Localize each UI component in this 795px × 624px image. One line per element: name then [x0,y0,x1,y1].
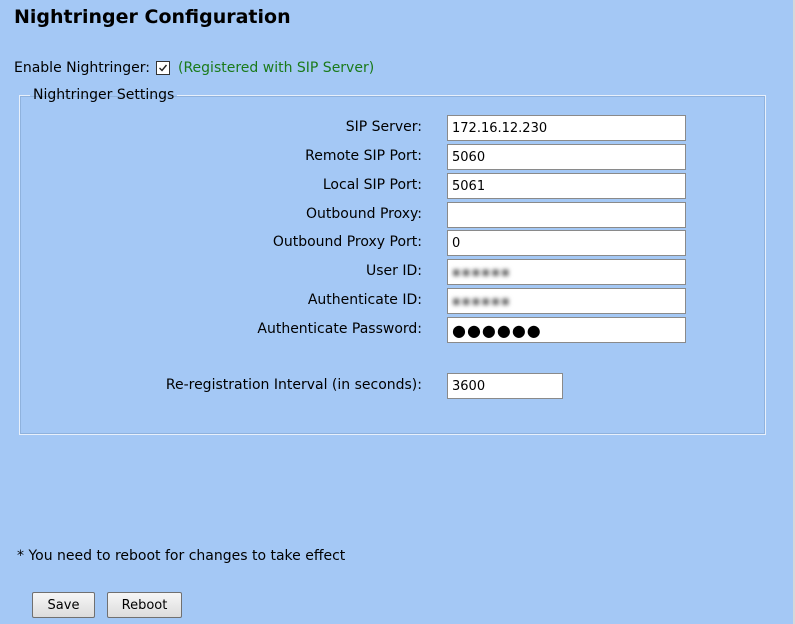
authenticate-password-input[interactable]: ●●●●●● [447,317,686,343]
outbound-proxy-input[interactable] [447,202,686,228]
authenticate-password-row: Authenticate Password: ●●●●●● [0,317,795,343]
page-title: Nightringer Configuration [14,6,291,28]
registration-status: (Registered with SIP Server) [178,60,375,76]
enable-nightringer-checkbox[interactable] [156,61,170,75]
remote-sip-port-input[interactable] [447,144,686,170]
local-sip-port-row: Local SIP Port: [0,173,795,199]
authenticate-password-label: Authenticate Password: [257,321,422,337]
checkmark-icon [159,64,168,72]
user-id-label: User ID: [366,263,422,279]
sip-server-input[interactable] [447,115,686,141]
outbound-proxy-port-label: Outbound Proxy Port: [272,234,422,250]
outbound-proxy-port-row: Outbound Proxy Port: [0,230,795,256]
authenticate-id-label: Authenticate ID: [307,292,422,308]
user-id-row: User ID: ▪▪▪▪▪▪ [0,259,795,285]
authenticate-id-input[interactable]: ▪▪▪▪▪▪ [447,288,686,314]
save-button[interactable]: Save [32,592,95,618]
user-id-input[interactable]: ▪▪▪▪▪▪ [447,259,686,285]
remote-sip-port-row: Remote SIP Port: [0,144,795,170]
sip-server-label: SIP Server: [345,119,422,135]
reboot-button[interactable]: Reboot [107,592,182,618]
reregistration-interval-label: Re-registration Interval (in seconds): [165,377,422,393]
local-sip-port-label: Local SIP Port: [322,177,422,193]
user-id-redacted-value: ▪▪▪▪▪▪ [452,264,511,280]
enable-nightringer-row: Enable Nightringer: (Registered with SIP… [14,60,374,76]
enable-nightringer-label: Enable Nightringer: [14,60,150,76]
authenticate-id-redacted-value: ▪▪▪▪▪▪ [452,293,511,309]
authenticate-id-row: Authenticate ID: ▪▪▪▪▪▪ [0,288,795,314]
outbound-proxy-row: Outbound Proxy: [0,202,795,228]
sip-server-row: SIP Server: [0,115,795,141]
outbound-proxy-port-input[interactable] [447,230,686,256]
local-sip-port-input[interactable] [447,173,686,199]
outbound-proxy-label: Outbound Proxy: [306,206,422,222]
reregistration-interval-row: Re-registration Interval (in seconds): [0,373,795,399]
reregistration-interval-input[interactable] [447,373,563,399]
remote-sip-port-label: Remote SIP Port: [305,148,422,164]
reboot-notice: * You need to reboot for changes to take… [17,548,346,564]
authenticate-password-mask: ●●●●●● [452,320,542,340]
settings-legend: Nightringer Settings [33,87,175,103]
